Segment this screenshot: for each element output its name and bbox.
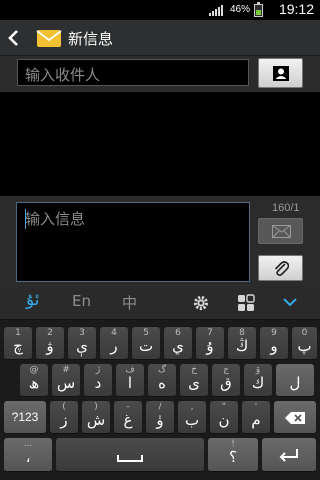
key-i[interactable]: خى — [180, 364, 208, 397]
key-ue[interactable]: / ۈ — [146, 401, 174, 434]
key-pe[interactable]: 0پ — [292, 327, 317, 360]
page-title: 新信息 — [68, 30, 114, 48]
battery-percent: 46% — [229, 4, 250, 15]
key-ye[interactable]: 6ي — [164, 327, 192, 360]
key-u[interactable]: 7ۇ — [196, 327, 224, 360]
key-ae[interactable]: گە — [148, 364, 176, 397]
signal-icon — [209, 5, 223, 16]
key-be[interactable]: ,ب — [178, 401, 206, 434]
key-re[interactable]: 4ر — [100, 327, 128, 360]
contact-picker-button[interactable] — [258, 58, 303, 88]
compose-area: 输入信息 160/1 — [0, 196, 320, 286]
recipient-input[interactable]: 输入收件人 — [17, 59, 249, 86]
keyboard-toolbar: ئۇ En 中 — [0, 286, 320, 320]
grid-icon[interactable] — [237, 294, 255, 312]
lang-english-tab[interactable]: En — [72, 292, 91, 310]
key-ke[interactable]: ۆك — [244, 364, 272, 397]
key-le[interactable]: ل — [276, 364, 314, 397]
settings-gear-icon[interactable] — [192, 294, 210, 312]
key-ng[interactable]: 8ڭ — [228, 327, 256, 360]
key-he[interactable]: @ ھ — [20, 364, 48, 397]
keyboard: 1چ 2ۋ 3ې 4ر 5ت 6ي 7ۇ 8ڭ 9و 0پ @ ھ # س ژد ف… — [0, 320, 320, 480]
key-me[interactable]: ' م — [242, 401, 270, 434]
back-arrow-icon[interactable] — [4, 27, 22, 49]
key-chaa[interactable]: 1چ — [4, 327, 32, 360]
key-se[interactable]: # س — [52, 364, 80, 397]
collapse-chevron-icon[interactable] — [282, 297, 298, 307]
backspace-key[interactable] — [274, 401, 316, 434]
numeric-switch-key[interactable]: ?123 — [4, 401, 46, 434]
contact-card-icon — [273, 66, 289, 81]
status-bar: 46% 19:12 — [0, 0, 320, 20]
enter-icon — [279, 449, 298, 462]
conversation-area — [0, 92, 320, 196]
battery-charging-icon — [254, 2, 263, 17]
message-placeholder: 输入信息 — [25, 210, 86, 228]
attach-button[interactable] — [258, 255, 303, 281]
send-envelope-icon — [272, 225, 291, 238]
key-te[interactable]: 5ت — [132, 327, 160, 360]
enter-key[interactable] — [262, 438, 316, 472]
key-o[interactable]: 9و — [260, 327, 288, 360]
key-qe[interactable]: جق — [212, 364, 240, 397]
clock: 19:12 — [278, 1, 314, 17]
key-ghe[interactable]: -غ — [114, 401, 142, 434]
key-e[interactable]: 3ې — [68, 327, 96, 360]
key-ze[interactable]: (ز — [50, 401, 78, 434]
character-counter: 160/1 — [272, 202, 300, 214]
key-a[interactable]: فا — [116, 364, 144, 397]
question-mark-key[interactable]: ! ؟ — [208, 438, 258, 472]
key-ve[interactable]: 2ۋ — [36, 327, 64, 360]
space-bar-icon — [117, 455, 143, 462]
app-header: 新信息 — [0, 20, 320, 56]
recipient-placeholder: 输入收件人 — [25, 66, 101, 84]
punctuation-key[interactable]: ... ، — [4, 438, 52, 472]
space-bar[interactable] — [56, 438, 204, 472]
message-envelope-icon — [36, 30, 62, 47]
lang-chinese-tab[interactable]: 中 — [122, 292, 137, 313]
text-caret — [25, 209, 26, 229]
key-she[interactable]: ) ش — [82, 401, 110, 434]
backspace-icon — [285, 412, 305, 424]
send-button[interactable] — [258, 218, 303, 244]
key-de[interactable]: ژد — [84, 364, 112, 397]
recipient-row: 输入收件人 — [0, 56, 320, 92]
key-ne[interactable]: " ن — [210, 401, 238, 434]
paperclip-icon — [274, 261, 289, 276]
lang-uyghur-tab[interactable]: ئۇ — [26, 290, 40, 310]
message-input[interactable]: 输入信息 — [16, 202, 250, 282]
